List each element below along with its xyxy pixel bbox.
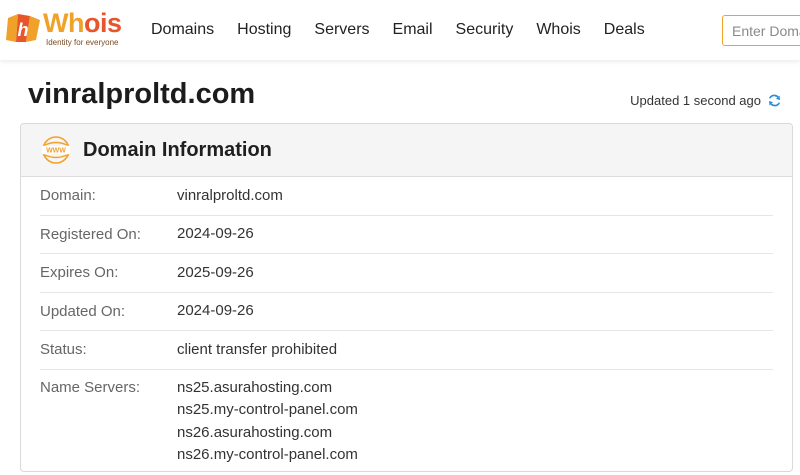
nav-whois[interactable]: Whois [536, 21, 580, 39]
name-server-item: ns26.my-control-panel.com [177, 446, 358, 463]
card-title: Domain Information [83, 138, 272, 161]
row-value: 2024-09-26 [177, 225, 254, 242]
info-row-name-servers: Name Servers: ns25.asurahosting.com ns25… [40, 370, 773, 467]
svg-text:h: h [18, 20, 29, 40]
info-row-expires: Expires On: 2025-09-26 [40, 254, 773, 293]
main-nav: Domains Hosting Servers Email Security W… [151, 0, 668, 60]
info-row-status: Status: client transfer prohibited [40, 331, 773, 370]
updated-text: Updated 1 second ago [630, 93, 761, 108]
top-navbar: h Whois Identity for everyone Domains Ho… [0, 0, 800, 60]
nav-hosting[interactable]: Hosting [237, 21, 291, 39]
nav-email[interactable]: Email [393, 21, 433, 39]
row-label: Registered On: [40, 225, 141, 243]
www-globe-icon: WWW [42, 136, 70, 164]
name-server-list: ns25.asurahosting.com ns25.my-control-pa… [177, 377, 358, 467]
whois-logo-icon: h [6, 14, 40, 42]
row-value: 2024-09-26 [177, 302, 254, 319]
row-label: Domain: [40, 187, 96, 205]
nav-domains[interactable]: Domains [151, 21, 214, 39]
info-row-updated: Updated On: 2024-09-26 [40, 293, 773, 331]
nav-security[interactable]: Security [456, 21, 514, 39]
card-header: WWW Domain Information [21, 124, 792, 177]
brand-tagline: Identity for everyone [46, 38, 119, 47]
update-status: Updated 1 second ago [630, 93, 782, 108]
domain-information-card: WWW Domain Information Domain: vinralpro… [20, 123, 793, 472]
row-label: Status: [40, 341, 87, 359]
row-label: Name Servers: [40, 378, 141, 396]
row-value: 2025-09-26 [177, 263, 254, 281]
row-value: vinralproltd.com [177, 186, 283, 204]
row-value: client transfer prohibited [177, 340, 338, 358]
info-row-registered: Registered On: 2024-09-26 [40, 216, 773, 254]
nav-servers[interactable]: Servers [314, 21, 369, 39]
row-label: Updated On: [40, 302, 126, 320]
whois-logo[interactable]: h Whois Identity for everyone [4, 8, 129, 50]
name-server-item: ns25.my-control-panel.com [177, 401, 358, 418]
name-server-item: ns26.asurahosting.com [177, 423, 333, 441]
info-row-domain: Domain: vinralproltd.com [40, 177, 773, 216]
page-title: vinralproltd.com [28, 78, 256, 110]
domain-search-input[interactable] [722, 15, 800, 46]
svg-text:WWW: WWW [46, 148, 66, 155]
brand-name: Whois [43, 8, 122, 38]
name-server-item: ns25.asurahosting.com [177, 378, 333, 396]
row-label: Expires On: [40, 264, 119, 282]
refresh-icon[interactable] [767, 93, 782, 108]
nav-deals[interactable]: Deals [604, 21, 645, 39]
